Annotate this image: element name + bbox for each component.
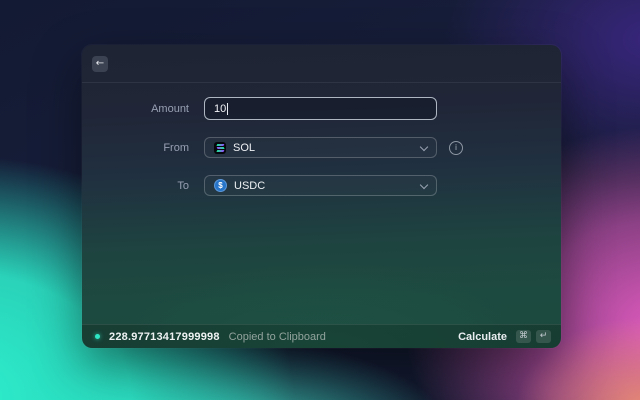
from-select[interactable]: SOL xyxy=(204,137,437,158)
status-text: Copied to Clipboard xyxy=(228,330,326,343)
info-glyph: i xyxy=(455,142,457,152)
sol-token-icon xyxy=(214,141,226,154)
amount-value: 10 xyxy=(214,102,227,115)
enter-key-icon: ↵ xyxy=(536,330,551,343)
result-value: 228.97713417999998 xyxy=(109,330,220,343)
to-label: To xyxy=(177,179,189,192)
chevron-down-icon xyxy=(419,142,429,151)
converter-form: Amount 10 From SOL i To $ USDC xyxy=(82,83,561,196)
usdc-token-icon: $ xyxy=(214,179,227,192)
command-key-icon: ⌘ xyxy=(516,330,531,343)
to-row: To $ USDC xyxy=(82,175,561,196)
window-header: ← xyxy=(82,45,561,83)
converter-window: ← Amount 10 From SOL i To $ USDC 228.977… xyxy=(82,45,561,348)
from-row: From SOL i xyxy=(82,137,561,158)
from-value: SOL xyxy=(233,141,256,154)
status-dot xyxy=(95,334,100,339)
text-cursor xyxy=(227,102,229,115)
primary-action-area: Calculate ⌘ ↵ xyxy=(458,330,551,343)
usdc-symbol: $ xyxy=(218,180,223,190)
calculate-button[interactable]: Calculate xyxy=(458,331,507,343)
to-value: USDC xyxy=(234,179,266,192)
from-label: From xyxy=(163,141,189,154)
amount-input[interactable]: 10 xyxy=(204,97,437,120)
amount-row: Amount 10 xyxy=(82,97,561,120)
back-arrow-icon: ← xyxy=(95,57,105,69)
back-button[interactable]: ← xyxy=(92,55,108,72)
to-select[interactable]: $ USDC xyxy=(204,175,437,196)
result-area: 228.97713417999998 Copied to Clipboard xyxy=(92,331,326,343)
amount-label: Amount xyxy=(151,102,189,115)
chevron-down-icon xyxy=(419,180,429,189)
action-bar: 228.97713417999998 Copied to Clipboard C… xyxy=(82,324,561,348)
info-icon[interactable]: i xyxy=(449,140,463,155)
